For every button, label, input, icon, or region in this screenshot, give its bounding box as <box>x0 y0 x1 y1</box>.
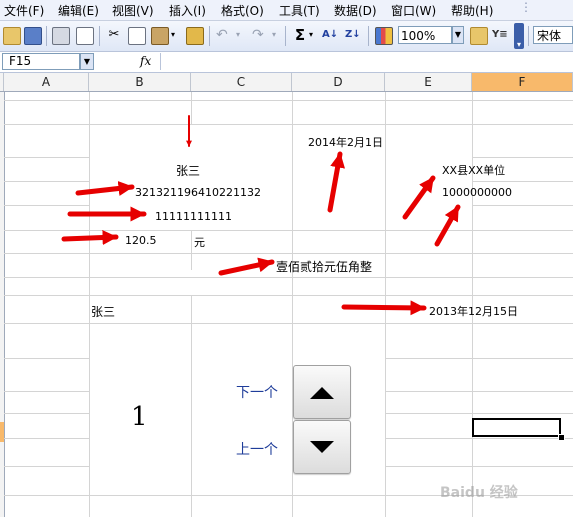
arrow-to-date-top <box>327 151 346 213</box>
arrow-to-org-number <box>434 204 461 247</box>
arrow-to-date-bottom <box>341 300 427 316</box>
watermark-logo: Baidu 经验 <box>440 485 518 501</box>
annotation-arrows <box>61 115 461 316</box>
arrow-to-id <box>75 181 135 196</box>
arrow-to-words <box>218 257 275 276</box>
arrow-to-amount <box>61 230 119 246</box>
arrow-to-org <box>402 175 436 220</box>
